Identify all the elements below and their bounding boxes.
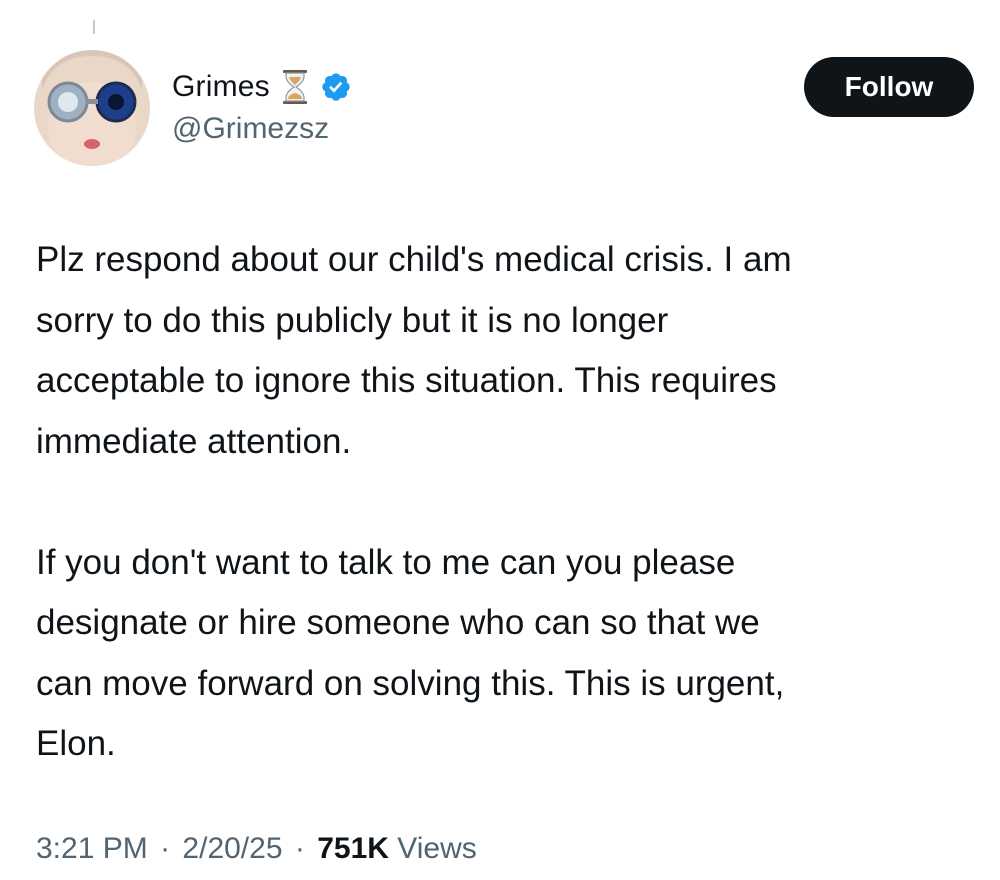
tweet-meta: 3:21 PM · 2/20/25 · 751K Views	[36, 832, 477, 866]
author-handle[interactable]: @Grimezsz	[172, 112, 352, 146]
author-display-name[interactable]: Grimes	[172, 70, 270, 104]
meta-separator: ·	[294, 832, 305, 865]
name-row: Grimes	[172, 66, 352, 108]
tweet-text: Plz respond about our child's medical cr…	[36, 230, 986, 775]
views-label: Views	[397, 832, 477, 865]
hourglass-icon	[280, 69, 310, 105]
author-names: Grimes @Grimezsz	[172, 66, 352, 146]
tweet-time[interactable]: 3:21 PM	[36, 832, 148, 865]
tweet-card: Grimes @Grimezsz Follow Plz respond abou…	[0, 0, 1000, 880]
views-count[interactable]: 751K	[317, 832, 389, 865]
meta-separator: ·	[160, 832, 171, 865]
tweet-date[interactable]: 2/20/25	[182, 832, 282, 865]
tweet-paragraph: Plz respond about our child's medical cr…	[36, 240, 792, 461]
avatar[interactable]	[34, 50, 150, 166]
divider	[93, 20, 95, 34]
tweet-paragraph: If you don't want to talk to me can you …	[36, 542, 785, 764]
follow-button[interactable]: Follow	[804, 57, 974, 117]
verified-icon	[320, 71, 352, 103]
tweet-header: Grimes @Grimezsz Follow	[34, 50, 974, 170]
